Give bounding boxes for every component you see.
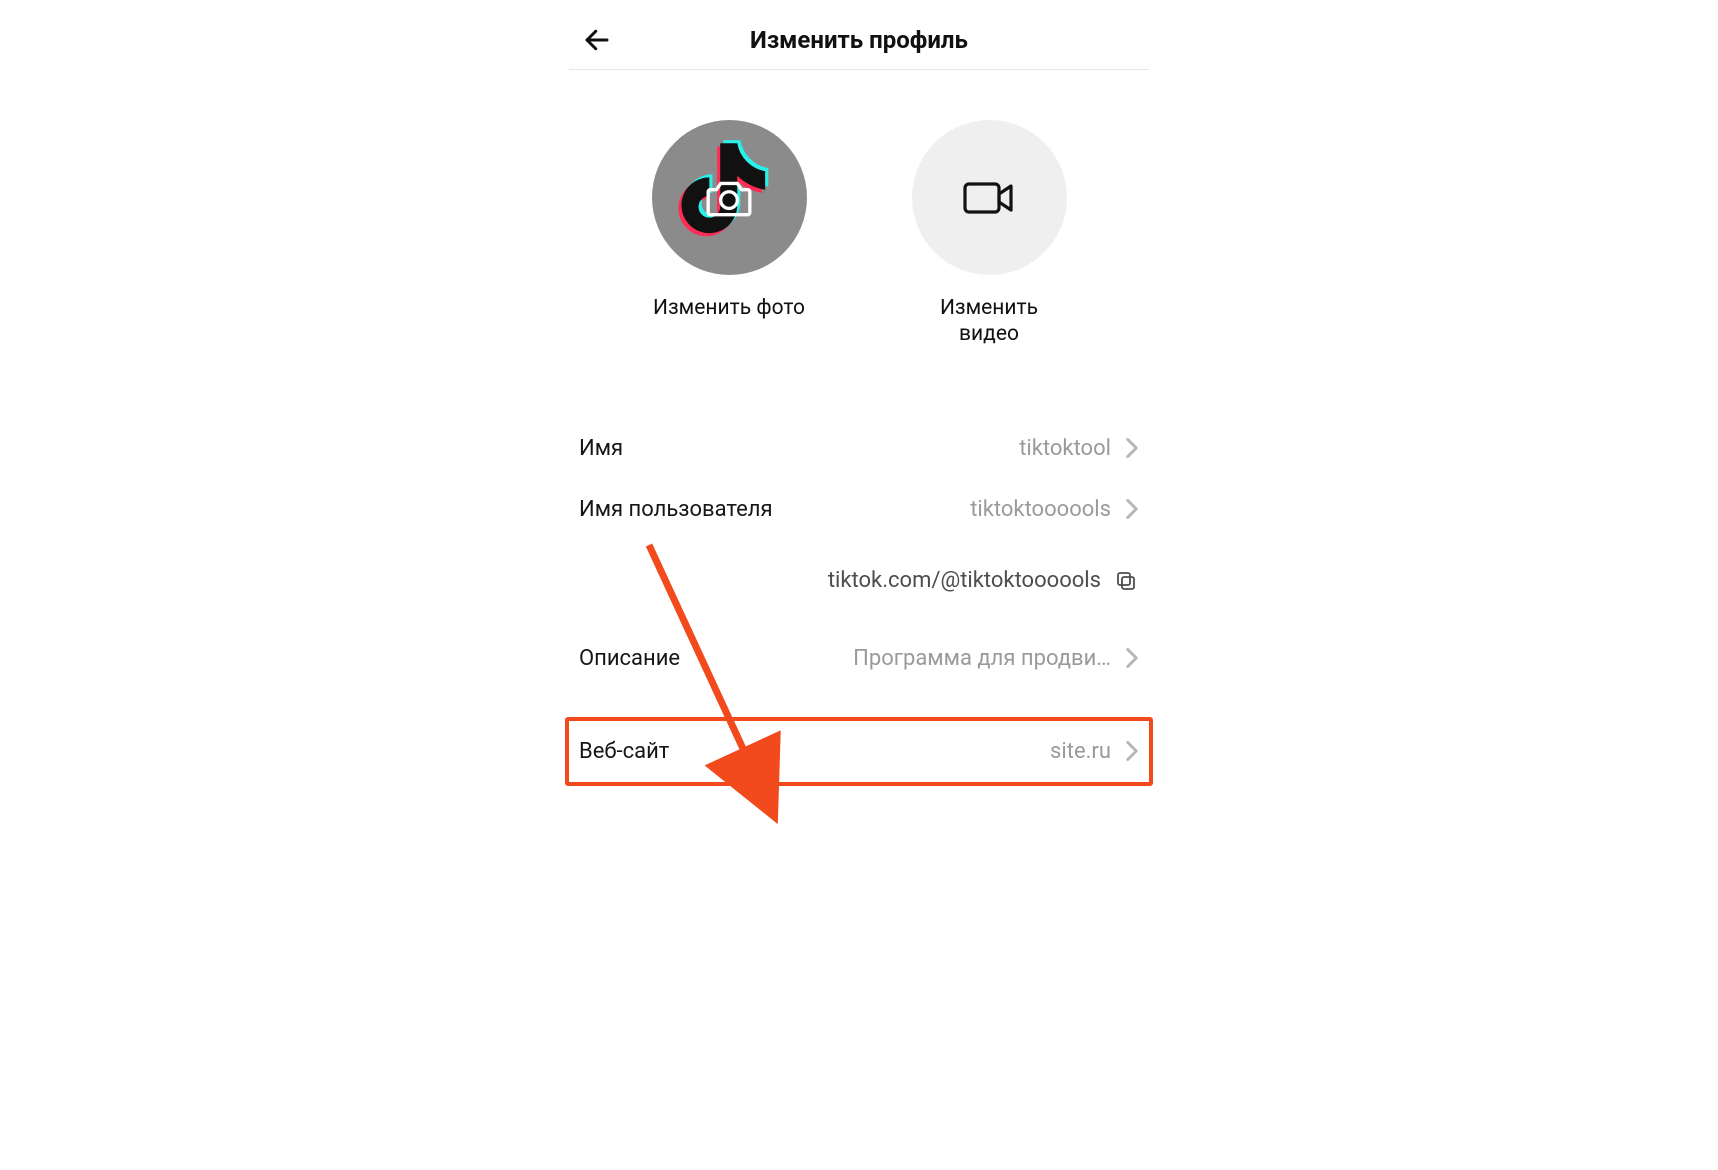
row-name-label: Имя bbox=[579, 436, 623, 461]
header: Изменить профиль bbox=[569, 10, 1149, 70]
row-bio-label: Описание bbox=[579, 646, 680, 671]
copy-icon bbox=[1114, 569, 1138, 593]
chevron-right-icon bbox=[1125, 647, 1139, 669]
back-button[interactable] bbox=[577, 20, 617, 60]
media-row: Изменить фото Изменить видео bbox=[569, 120, 1149, 348]
row-website[interactable]: Веб-сайт site.ru bbox=[565, 717, 1153, 786]
change-photo-button[interactable]: Изменить фото bbox=[644, 120, 814, 348]
change-photo-label: Изменить фото bbox=[653, 295, 805, 321]
video-circle bbox=[912, 120, 1067, 275]
row-website-label: Веб-сайт bbox=[579, 739, 669, 764]
change-video-label: Изменить видео bbox=[940, 295, 1038, 348]
video-camera-icon bbox=[961, 177, 1017, 219]
profile-link-row: tiktok.com/@tiktoktoooools bbox=[569, 540, 1149, 594]
page-title: Изменить профиль bbox=[569, 26, 1149, 54]
change-video-button[interactable]: Изменить видео bbox=[904, 120, 1074, 348]
row-name[interactable]: Имя tiktoktool bbox=[569, 418, 1149, 479]
profile-fields: Имя tiktoktool Имя пользователя tiktokto… bbox=[569, 418, 1149, 786]
row-username[interactable]: Имя пользователя tiktoktoooools bbox=[569, 479, 1149, 540]
row-website-value: site.ru bbox=[1050, 739, 1111, 764]
profile-link-text: tiktok.com/@tiktoktoooools bbox=[828, 568, 1101, 593]
row-name-value: tiktoktool bbox=[1019, 436, 1111, 461]
row-username-label: Имя пользователя bbox=[579, 497, 773, 522]
row-username-value: tiktoktoooools bbox=[970, 497, 1111, 522]
chevron-right-icon bbox=[1125, 498, 1139, 520]
arrow-left-icon bbox=[582, 25, 612, 55]
row-bio[interactable]: Описание Программа для продви… bbox=[569, 628, 1149, 689]
copy-link-button[interactable] bbox=[1113, 568, 1139, 594]
avatar-circle bbox=[652, 120, 807, 275]
edit-profile-screen: Изменить профиль bbox=[569, 0, 1149, 1170]
camera-icon bbox=[704, 178, 754, 218]
chevron-right-icon bbox=[1125, 740, 1139, 762]
chevron-right-icon bbox=[1125, 437, 1139, 459]
row-bio-value: Программа для продви… bbox=[853, 646, 1111, 671]
